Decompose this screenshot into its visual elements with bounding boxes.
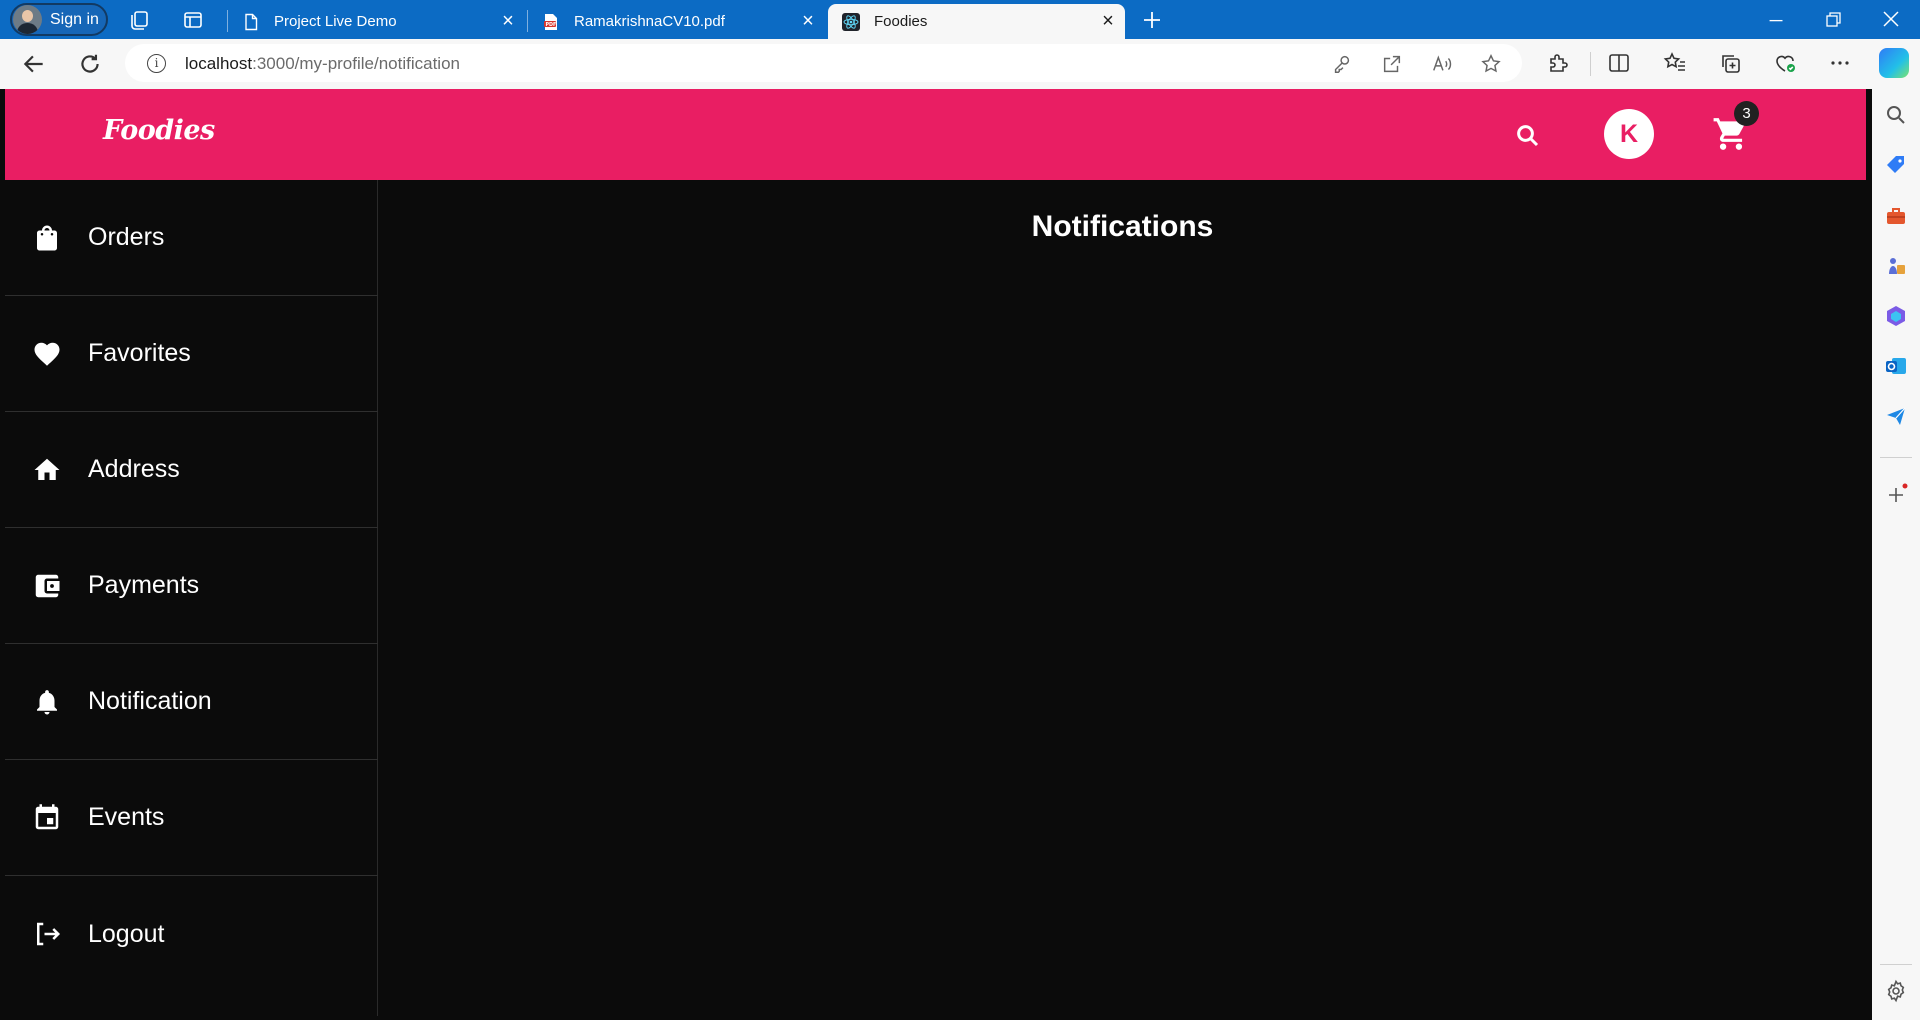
sidebar-item-logout[interactable]: Logout — [5, 876, 378, 992]
favorite-star-icon[interactable] — [1480, 53, 1502, 75]
tab-title: Foodies — [874, 13, 928, 30]
shopping-tag-icon[interactable] — [1884, 153, 1908, 177]
workspaces-icon[interactable] — [128, 8, 152, 32]
read-aloud-icon[interactable] — [1431, 53, 1453, 75]
sidebar-item-label: Events — [88, 803, 165, 831]
logout-icon — [37, 922, 61, 946]
page-viewport: Foodies K 3 Orders Favorites Address Pay… — [5, 89, 1866, 1016]
open-in-app-icon[interactable] — [1381, 53, 1403, 75]
svg-text:PDF: PDF — [546, 21, 557, 27]
page-icon — [245, 13, 258, 30]
wallet-icon — [35, 574, 60, 597]
sidebar-item-address[interactable]: Address — [5, 412, 378, 528]
shopping-bag-icon — [37, 225, 57, 250]
cart-count-badge: 3 — [1734, 101, 1759, 126]
collections-icon[interactable] — [1718, 51, 1742, 75]
add-icon[interactable] — [1884, 483, 1908, 507]
tab-title: RamakrishnaCV10.pdf — [574, 13, 725, 30]
sidebar-item-notification[interactable]: Notification — [5, 644, 378, 760]
sidebar-item-label: Notification — [88, 687, 212, 715]
sidebar-item-label: Logout — [88, 919, 165, 948]
browser-address-bar: i localhost:3000/my-profile/notification — [0, 39, 1920, 89]
url-bar[interactable]: i localhost:3000/my-profile/notification — [125, 44, 1522, 82]
browser-tab-bar: Sign in Project Live Demo × PDF Ramakris… — [0, 0, 1920, 39]
new-tab-icon[interactable] — [1140, 8, 1164, 32]
tab-project-live-demo[interactable]: Project Live Demo × — [228, 4, 525, 39]
sidebar-item-events[interactable]: Events — [5, 760, 378, 876]
toolbar-separator — [1590, 52, 1591, 76]
profile-avatar-button[interactable]: K — [1604, 109, 1654, 159]
favorites-list-icon[interactable] — [1663, 51, 1687, 75]
sidebar-item-label: Address — [88, 455, 180, 483]
sidebar-item-label: Favorites — [88, 339, 191, 367]
bell-icon — [37, 689, 57, 714]
restore-icon[interactable] — [1810, 10, 1856, 30]
minimize-icon[interactable]: ─ — [1753, 6, 1799, 34]
password-key-icon[interactable] — [1331, 53, 1353, 75]
sign-in-label: Sign in — [50, 10, 99, 28]
browser-essentials-icon[interactable] — [1773, 51, 1797, 75]
outlook-icon[interactable] — [1884, 354, 1908, 378]
heart-icon — [34, 342, 60, 366]
sign-in-button[interactable]: Sign in — [10, 3, 108, 36]
react-icon — [842, 12, 860, 31]
sidebar-separator — [1880, 457, 1912, 458]
site-info-icon[interactable]: i — [147, 54, 166, 73]
refresh-icon[interactable] — [77, 51, 103, 77]
more-menu-icon[interactable] — [1828, 51, 1852, 75]
tab-title: Project Live Demo — [274, 13, 397, 30]
tools-briefcase-icon[interactable] — [1884, 204, 1908, 228]
sidebar-item-payments[interactable]: Payments — [5, 528, 378, 644]
home-icon — [34, 458, 60, 480]
split-screen-icon[interactable] — [1607, 51, 1631, 75]
send-icon[interactable] — [1884, 404, 1908, 428]
back-arrow-icon[interactable] — [21, 51, 47, 77]
close-window-icon[interactable] — [1868, 10, 1914, 30]
app-header: Foodies K 3 — [5, 89, 1866, 180]
close-icon[interactable]: × — [499, 11, 517, 31]
main-content: Notifications — [379, 180, 1866, 1016]
foodies-logo[interactable]: Foodies — [103, 115, 215, 146]
microsoft-365-icon[interactable] — [1884, 304, 1908, 328]
sidebar-item-label: Orders — [88, 223, 165, 251]
sidebar-item-label: Payments — [88, 571, 200, 599]
search-icon[interactable] — [1884, 103, 1908, 127]
url-text[interactable]: localhost:3000/my-profile/notification — [185, 54, 460, 74]
sidebar-separator — [1880, 964, 1912, 965]
pdf-icon: PDF — [544, 13, 557, 30]
edge-sidebar — [1872, 89, 1920, 1020]
copilot-icon[interactable] — [1879, 48, 1909, 78]
close-icon[interactable]: × — [1099, 11, 1117, 31]
close-icon[interactable]: × — [799, 11, 817, 31]
settings-gear-icon[interactable] — [1884, 979, 1908, 1003]
extensions-icon[interactable] — [1547, 51, 1571, 75]
profile-sidebar: Orders Favorites Address Payments Notifi… — [5, 180, 378, 1016]
sidebar-item-orders[interactable]: Orders — [5, 180, 378, 296]
page-title: Notifications — [1031, 210, 1214, 243]
games-icon[interactable] — [1884, 254, 1908, 278]
tab-actions-icon[interactable] — [181, 8, 205, 32]
sidebar-item-favorites[interactable]: Favorites — [5, 296, 378, 412]
calendar-icon — [35, 803, 59, 829]
profile-avatar-icon — [13, 5, 42, 34]
tab-foodies[interactable]: Foodies × — [828, 4, 1125, 39]
tab-pdf[interactable]: PDF RamakrishnaCV10.pdf × — [528, 4, 825, 39]
search-icon[interactable] — [1513, 121, 1543, 151]
